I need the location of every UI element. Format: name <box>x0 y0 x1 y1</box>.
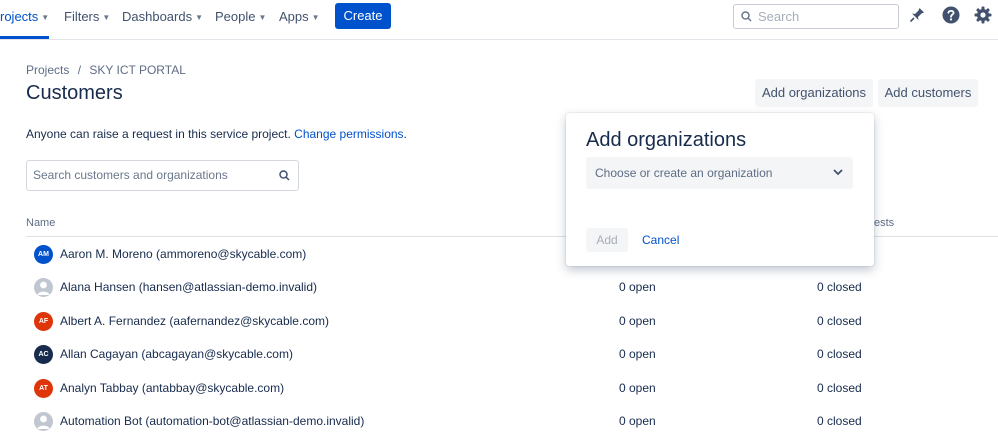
chevron-down-icon: ▼ <box>102 13 111 22</box>
cancel-button[interactable]: Cancel <box>642 228 679 252</box>
nav-people-label: People <box>215 9 256 24</box>
avatar: AT <box>34 379 53 398</box>
open-count: 0 open <box>619 280 656 294</box>
table-row[interactable]: Alana Hansen (hansen@atlassian-demo.inva… <box>26 270 998 303</box>
breadcrumb-project[interactable]: SKY ICT PORTAL <box>89 63 185 77</box>
top-navigation: rojects ▼ Filters ▼ Dashboards ▼ People ▼ Ap… <box>0 0 998 40</box>
chevron-down-icon: ▼ <box>258 13 267 22</box>
avatar-initials: AT <box>39 385 48 392</box>
avatar-initials: AF <box>38 318 49 325</box>
page-title: Customers <box>26 82 123 104</box>
search-icon <box>279 170 290 181</box>
breadcrumb-projects[interactable]: Projects <box>26 63 69 77</box>
dialog-title: Add organizations <box>586 129 747 151</box>
avatar: AC <box>34 345 53 364</box>
breadcrumb-separator: / <box>77 63 82 77</box>
global-search-placeholder: Search <box>758 9 800 24</box>
nav-apps-label: Apps <box>279 9 309 24</box>
nav-projects-label: rojects <box>0 9 39 24</box>
column-header-requests[interactable]: ests <box>874 217 894 229</box>
customer-search-placeholder: Search customers and organizations <box>33 168 228 182</box>
global-search-input[interactable]: Search <box>733 4 899 29</box>
help-icon[interactable] <box>941 5 961 25</box>
avatar <box>34 278 53 297</box>
notification-icon[interactable] <box>907 5 927 25</box>
table-row[interactable]: AC Allan Cagayan (abcagayan@skycable.com)… <box>26 337 998 370</box>
chevron-down-icon: ▼ <box>195 13 204 22</box>
avatar: AF <box>34 312 53 331</box>
closed-count: 0 closed <box>817 314 862 328</box>
customer-name[interactable]: Alana Hansen (hansen@atlassian-demo.inva… <box>60 280 317 294</box>
nav-apps[interactable]: Apps ▼ <box>279 0 320 36</box>
permissions-notice: Anyone can raise a request in this servi… <box>26 127 407 141</box>
closed-count: 0 closed <box>817 280 862 294</box>
chevron-down-icon: ▼ <box>311 13 320 22</box>
customer-name[interactable]: Albert A. Fernandez (aafernandez@skycabl… <box>60 314 329 328</box>
chevron-down-icon: ▼ <box>41 13 50 22</box>
create-button[interactable]: Create <box>335 3 391 29</box>
customer-name[interactable]: Allan Cagayan (abcagayan@skycable.com) <box>60 347 293 361</box>
search-icon <box>741 11 752 22</box>
permissions-text: Anyone can raise a request in this servi… <box>26 127 291 141</box>
nav-filters[interactable]: Filters ▼ <box>64 0 110 36</box>
table-row[interactable]: AF Albert A. Fernandez (aafernandez@skyca… <box>26 304 998 337</box>
avatar-initials: AC <box>38 351 49 358</box>
avatar-initials: AM <box>38 251 49 258</box>
open-count: 0 open <box>619 314 656 328</box>
user-icon <box>37 281 50 295</box>
breadcrumb: Projects / SKY ICT PORTAL <box>26 63 186 77</box>
nav-projects[interactable]: rojects ▼ <box>0 0 50 39</box>
customer-search-input[interactable]: Search customers and organizations <box>26 160 299 191</box>
table-row[interactable]: Automation Bot (automation-bot@atlassian… <box>26 404 998 437</box>
nav-people[interactable]: People ▼ <box>215 0 266 36</box>
avatar: AM <box>34 245 53 264</box>
organization-select-placeholder: Choose or create an organization <box>595 166 773 180</box>
nav-dashboards[interactable]: Dashboards ▼ <box>122 0 203 36</box>
permissions-end: . <box>403 127 407 141</box>
chevron-down-icon <box>833 169 843 176</box>
customer-name[interactable]: Aaron M. Moreno (ammoreno@skycable.com) <box>60 247 306 261</box>
organization-select[interactable]: Choose or create an organization <box>586 157 853 189</box>
settings-icon[interactable] <box>973 5 993 25</box>
column-header-name[interactable]: Name <box>26 217 55 229</box>
customer-name[interactable]: Analyn Tabbay (antabbay@skycable.com) <box>60 381 284 395</box>
add-organizations-button[interactable]: Add organizations <box>755 79 873 107</box>
add-customers-button[interactable]: Add customers <box>878 79 978 107</box>
table-row[interactable]: AT Analyn Tabbay (antabbay@skycable.com) 0… <box>26 371 998 404</box>
closed-count: 0 closed <box>817 381 862 395</box>
nav-dashboards-label: Dashboards <box>122 9 193 24</box>
nav-filters-label: Filters <box>64 9 100 24</box>
add-button[interactable]: Add <box>586 228 628 252</box>
user-icon <box>37 415 50 429</box>
closed-count: 0 closed <box>817 347 862 361</box>
add-organizations-dialog: Add organizations Choose or create an or… <box>566 113 874 266</box>
avatar <box>34 412 53 431</box>
open-count: 0 open <box>619 381 656 395</box>
open-count: 0 open <box>619 347 656 361</box>
change-permissions-link[interactable]: Change permissions <box>294 127 403 141</box>
